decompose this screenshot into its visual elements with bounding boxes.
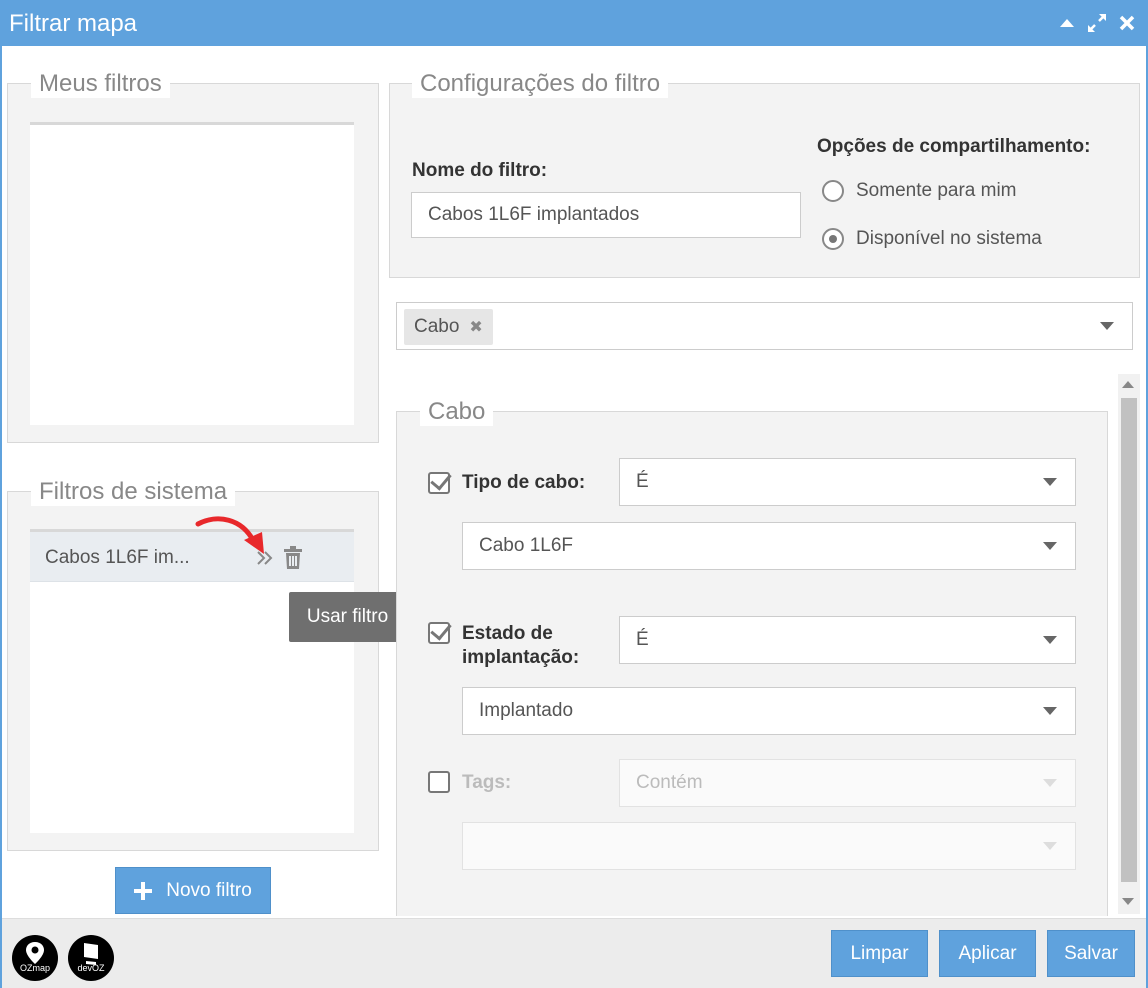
filter-name-value: Cabos 1L6F implantados [428,204,640,225]
sharing-option-me[interactable]: Somente para mim [822,180,1017,202]
tags-value-select [462,822,1076,870]
tags-label: Tags: [462,772,512,793]
maximize-icon[interactable] [1086,12,1108,34]
estado-implantacao-value-select[interactable]: Implantado [462,687,1076,735]
close-icon[interactable] [1116,12,1138,34]
devoz-logo: devOZ [68,935,114,981]
my-filters-list[interactable] [30,122,354,425]
sharing-option-me-label: Somente para mim [856,180,1017,201]
save-button[interactable]: Salvar [1047,930,1135,977]
new-filter-label: Novo filtro [166,879,252,901]
criterion-value: Implantado [479,700,574,721]
filter-name-input[interactable]: Cabos 1L6F implantados [411,192,801,238]
tipo-cabo-label: Tipo de cabo: [462,472,586,493]
entity-type-select[interactable]: Cabo ✖ [396,302,1133,350]
tipo-cabo-operator-select[interactable]: É [619,458,1076,506]
title-bar[interactable]: Filtrar mapa [2,2,1146,46]
entity-tag-cabo: Cabo ✖ [404,309,493,345]
chevron-down-icon [1043,842,1057,850]
criteria-scrollbar[interactable] [1118,374,1140,914]
chevron-down-icon [1043,779,1057,787]
filter-config-legend: Configurações do filtro [412,70,669,98]
clear-button[interactable]: Limpar [831,930,928,977]
estado-implantacao-checkbox[interactable] [428,622,450,644]
scrollbar-thumb[interactable] [1121,398,1137,882]
ozmap-logo: OZmap [12,935,58,981]
estado-implantacao-label: Estado de implantação: [462,622,579,670]
operator-value: Contém [636,772,703,793]
annotation-arrow-icon [195,516,264,554]
devoz-logo-text: devOZ [77,963,105,973]
filter-map-dialog: Filtrar mapa Meus filtros Filtros de sis… [0,0,1148,988]
chevron-down-icon [1043,707,1057,715]
radio-checked-icon[interactable] [822,228,844,250]
chevron-down-icon [1043,478,1057,486]
remove-tag-icon[interactable]: ✖ [469,317,482,337]
estado-implantacao-label-line2: implantação: [462,647,580,668]
scroll-up-icon[interactable] [1122,381,1134,388]
entity-tag-label: Cabo [414,316,460,337]
cabo-legend: Cabo [420,398,494,426]
system-filters-list: Cabos 1L6F im... [30,529,354,833]
dialog-footer: OZmap devOZ Limpar Aplicar Salvar [2,918,1146,988]
trash-icon[interactable] [282,546,304,570]
filter-name-label: Nome do filtro: [412,160,548,181]
apply-button[interactable]: Aplicar [939,930,1036,977]
ozmap-logo-text: OZmap [19,963,50,973]
tipo-cabo-checkbox[interactable] [428,472,450,494]
system-filter-label: Cabos 1L6F im... [45,547,190,568]
sharing-option-system[interactable]: Disponível no sistema [822,228,1042,250]
dialog-title: Filtrar mapa [9,10,138,37]
my-filters-legend: Meus filtros [31,70,170,98]
collapse-icon[interactable] [1056,12,1078,34]
chevron-down-icon [1043,542,1057,550]
scroll-down-icon[interactable] [1122,898,1134,905]
tipo-cabo-value-select[interactable]: Cabo 1L6F [462,522,1076,570]
use-filter-tooltip: Usar filtro [289,592,406,642]
chevron-down-icon[interactable] [1100,322,1114,330]
estado-implantacao-operator-select[interactable]: É [619,616,1076,664]
sharing-option-system-label: Disponível no sistema [856,228,1042,249]
tags-operator-select: Contém [619,759,1076,807]
sharing-options-label: Opções de compartilhamento: [817,136,1091,157]
chevron-down-icon [1043,636,1057,644]
criterion-value: Cabo 1L6F [479,535,574,556]
new-filter-button[interactable]: Novo filtro [115,867,271,914]
operator-value: É [636,471,649,492]
radio-unchecked-icon[interactable] [822,180,844,202]
tags-checkbox[interactable] [428,771,450,793]
estado-implantacao-label-line1: Estado de [462,623,553,644]
plus-icon [134,881,153,900]
operator-value: É [636,629,649,650]
system-filters-legend: Filtros de sistema [31,478,236,506]
